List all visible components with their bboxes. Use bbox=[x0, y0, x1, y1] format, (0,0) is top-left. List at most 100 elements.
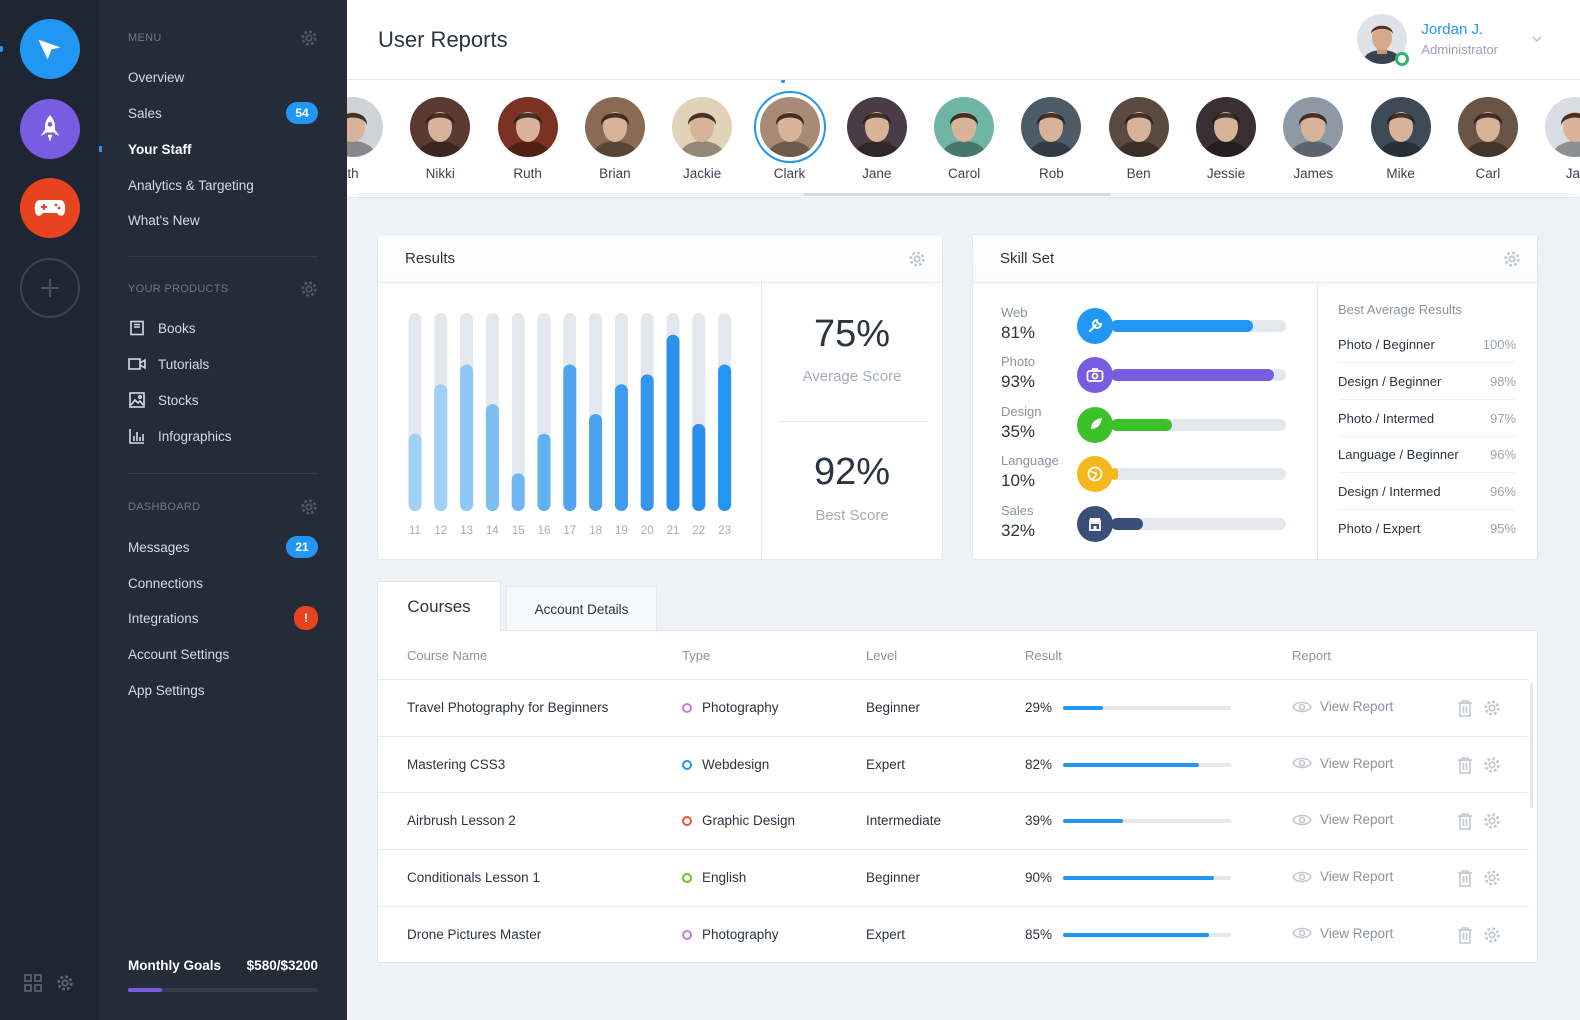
gear-icon[interactable] bbox=[1483, 756, 1501, 779]
sidebar-item-overview[interactable]: Overview bbox=[128, 65, 318, 89]
staff-member-carol[interactable]: Carol bbox=[924, 97, 1004, 181]
gear-icon[interactable] bbox=[56, 974, 74, 992]
sidebar-item-whats-new[interactable]: What's New bbox=[128, 208, 318, 232]
staff-member-ruth[interactable]: Ruth bbox=[488, 97, 568, 181]
sidebar-item-your-staff[interactable]: Your Staff bbox=[128, 137, 318, 161]
view-report-link[interactable]: View Report bbox=[1292, 869, 1393, 884]
staff-member-jane[interactable]: Jane bbox=[837, 97, 917, 181]
staff-member-ruth[interactable]: th bbox=[347, 97, 393, 181]
table-row[interactable]: Mastering CSS3 Webdesign Expert 82% View Rep… bbox=[378, 735, 1529, 793]
skill-percent: 93% bbox=[1001, 372, 1036, 391]
staff-member-carl[interactable]: Carl bbox=[1448, 97, 1528, 181]
gear-icon[interactable] bbox=[1483, 812, 1501, 835]
column-header-level[interactable]: Level bbox=[866, 648, 897, 663]
table-scrollbar[interactable] bbox=[1530, 683, 1533, 808]
gear-icon[interactable] bbox=[908, 250, 926, 268]
staff-carousel[interactable]: th Nikki Ruth Brian Jackie Clark Jane Carol Rob B… bbox=[347, 80, 1580, 198]
staff-member-rob[interactable]: Rob bbox=[1011, 97, 1091, 181]
table-row[interactable]: Drone Pictures Master Photography Expert 85… bbox=[378, 905, 1529, 963]
staff-member-mike[interactable]: Mike bbox=[1361, 97, 1441, 181]
staff-member-jackie[interactable]: Jackie bbox=[662, 97, 742, 181]
staff-member-jessie[interactable]: Jessie bbox=[1186, 97, 1266, 181]
bar-17[interactable] bbox=[563, 364, 577, 511]
rocket-app-button[interactable] bbox=[20, 99, 80, 159]
sidebar-item-connections[interactable]: Connections bbox=[128, 571, 318, 595]
gear-icon[interactable] bbox=[300, 498, 318, 516]
column-header-report[interactable]: Report bbox=[1292, 648, 1331, 663]
game-app-button[interactable] bbox=[20, 178, 80, 238]
column-header-type[interactable]: Type bbox=[682, 648, 710, 663]
skill-percent: 32% bbox=[1001, 521, 1036, 540]
bar-23[interactable] bbox=[718, 364, 732, 511]
trash-icon[interactable] bbox=[1457, 869, 1473, 892]
sidebar-item-label: App Settings bbox=[128, 682, 205, 698]
staff-member-ben[interactable]: Ben bbox=[1099, 97, 1179, 181]
sidebar-item-app-settings[interactable]: App Settings bbox=[128, 678, 318, 702]
column-header-course-name[interactable]: Course Name bbox=[407, 648, 487, 663]
bar-21[interactable] bbox=[666, 334, 680, 511]
trash-icon[interactable] bbox=[1457, 756, 1473, 779]
skill-progress-fill bbox=[1111, 518, 1143, 530]
user-menu[interactable]: Jordan J. Administrator bbox=[1357, 14, 1542, 66]
sidebar-item-stocks[interactable]: Stocks bbox=[128, 388, 318, 412]
view-report-link[interactable]: View Report bbox=[1292, 756, 1393, 771]
best-score-value: 92% bbox=[813, 451, 891, 493]
bar-11[interactable] bbox=[408, 433, 422, 511]
sidebar-item-tutorials[interactable]: Tutorials bbox=[128, 352, 318, 376]
best-result-row: Photo / Expert 95% bbox=[1338, 521, 1516, 536]
table-row[interactable]: Airbrush Lesson 2 Graphic Design Intermedi… bbox=[378, 792, 1529, 849]
sidebar-item-messages[interactable]: Messages 21 bbox=[128, 535, 318, 559]
staff-member-james[interactable]: James bbox=[1273, 97, 1353, 181]
tab-account-details[interactable]: Account Details bbox=[506, 586, 657, 631]
trash-icon[interactable] bbox=[1457, 926, 1473, 949]
avatar bbox=[1283, 97, 1344, 157]
bar-14[interactable] bbox=[485, 404, 499, 511]
column-header-result[interactable]: Result bbox=[1025, 648, 1062, 663]
eye-icon bbox=[1292, 813, 1312, 827]
gear-icon[interactable] bbox=[300, 29, 318, 47]
sidebar-item-label: Overview bbox=[128, 69, 185, 85]
sidebar-item-analytics[interactable]: Analytics & Targeting bbox=[128, 173, 318, 197]
type-dot-icon bbox=[682, 816, 692, 827]
staff-member-nikki[interactable]: Nikki bbox=[400, 97, 480, 181]
gear-icon[interactable] bbox=[1483, 926, 1501, 949]
tab-courses[interactable]: Courses bbox=[377, 581, 501, 632]
bar-22[interactable] bbox=[692, 423, 706, 511]
bar-16[interactable] bbox=[537, 433, 551, 511]
staff-member-jan[interactable]: Jar bbox=[1535, 97, 1580, 181]
staff-member-brian[interactable]: Brian bbox=[575, 97, 655, 181]
bar-15[interactable] bbox=[511, 473, 525, 511]
sidebar-item-integrations[interactable]: Integrations! bbox=[128, 606, 318, 630]
sidebar-item-account-settings[interactable]: Account Settings bbox=[128, 642, 318, 666]
gear-icon[interactable] bbox=[1503, 250, 1521, 268]
table-row[interactable]: Travel Photography for Beginners Photogra… bbox=[378, 679, 1529, 736]
add-app-button[interactable] bbox=[20, 258, 80, 318]
bar-18[interactable] bbox=[589, 413, 603, 511]
carousel-scrollbar-thumb[interactable] bbox=[803, 193, 1111, 196]
trash-icon[interactable] bbox=[1457, 812, 1473, 835]
view-report-link[interactable]: View Report bbox=[1292, 812, 1393, 827]
staff-name: Jar bbox=[1565, 166, 1580, 181]
gear-icon[interactable] bbox=[1483, 699, 1501, 722]
bar-13[interactable] bbox=[460, 364, 474, 511]
gear-icon[interactable] bbox=[1483, 869, 1501, 892]
result-progress bbox=[1063, 876, 1231, 881]
bar-12[interactable] bbox=[434, 384, 448, 511]
carousel-scrollbar[interactable] bbox=[357, 193, 1570, 196]
sidebar-item-infographics[interactable]: Infographics bbox=[128, 424, 318, 448]
chevron-down-icon[interactable] bbox=[1532, 36, 1542, 42]
gear-icon[interactable] bbox=[300, 280, 318, 298]
sidebar-item-sales[interactable]: Sales 54 bbox=[128, 101, 318, 125]
bar-20[interactable] bbox=[640, 374, 654, 511]
sidebar-item-label: Messages bbox=[128, 539, 190, 555]
staff-member-clark[interactable]: Clark bbox=[750, 91, 830, 181]
grid-icon[interactable] bbox=[24, 974, 42, 992]
trash-icon[interactable] bbox=[1457, 699, 1473, 722]
bar-19[interactable] bbox=[614, 384, 628, 511]
view-report-link[interactable]: View Report bbox=[1292, 926, 1393, 941]
table-row[interactable]: Conditionals Lesson 1 English Beginner 90% V… bbox=[378, 849, 1529, 906]
send-app-button[interactable] bbox=[20, 19, 80, 79]
sidebar-item-label: Account Settings bbox=[128, 646, 230, 662]
sidebar-item-books[interactable]: Books bbox=[128, 316, 318, 340]
view-report-link[interactable]: View Report bbox=[1292, 699, 1393, 714]
